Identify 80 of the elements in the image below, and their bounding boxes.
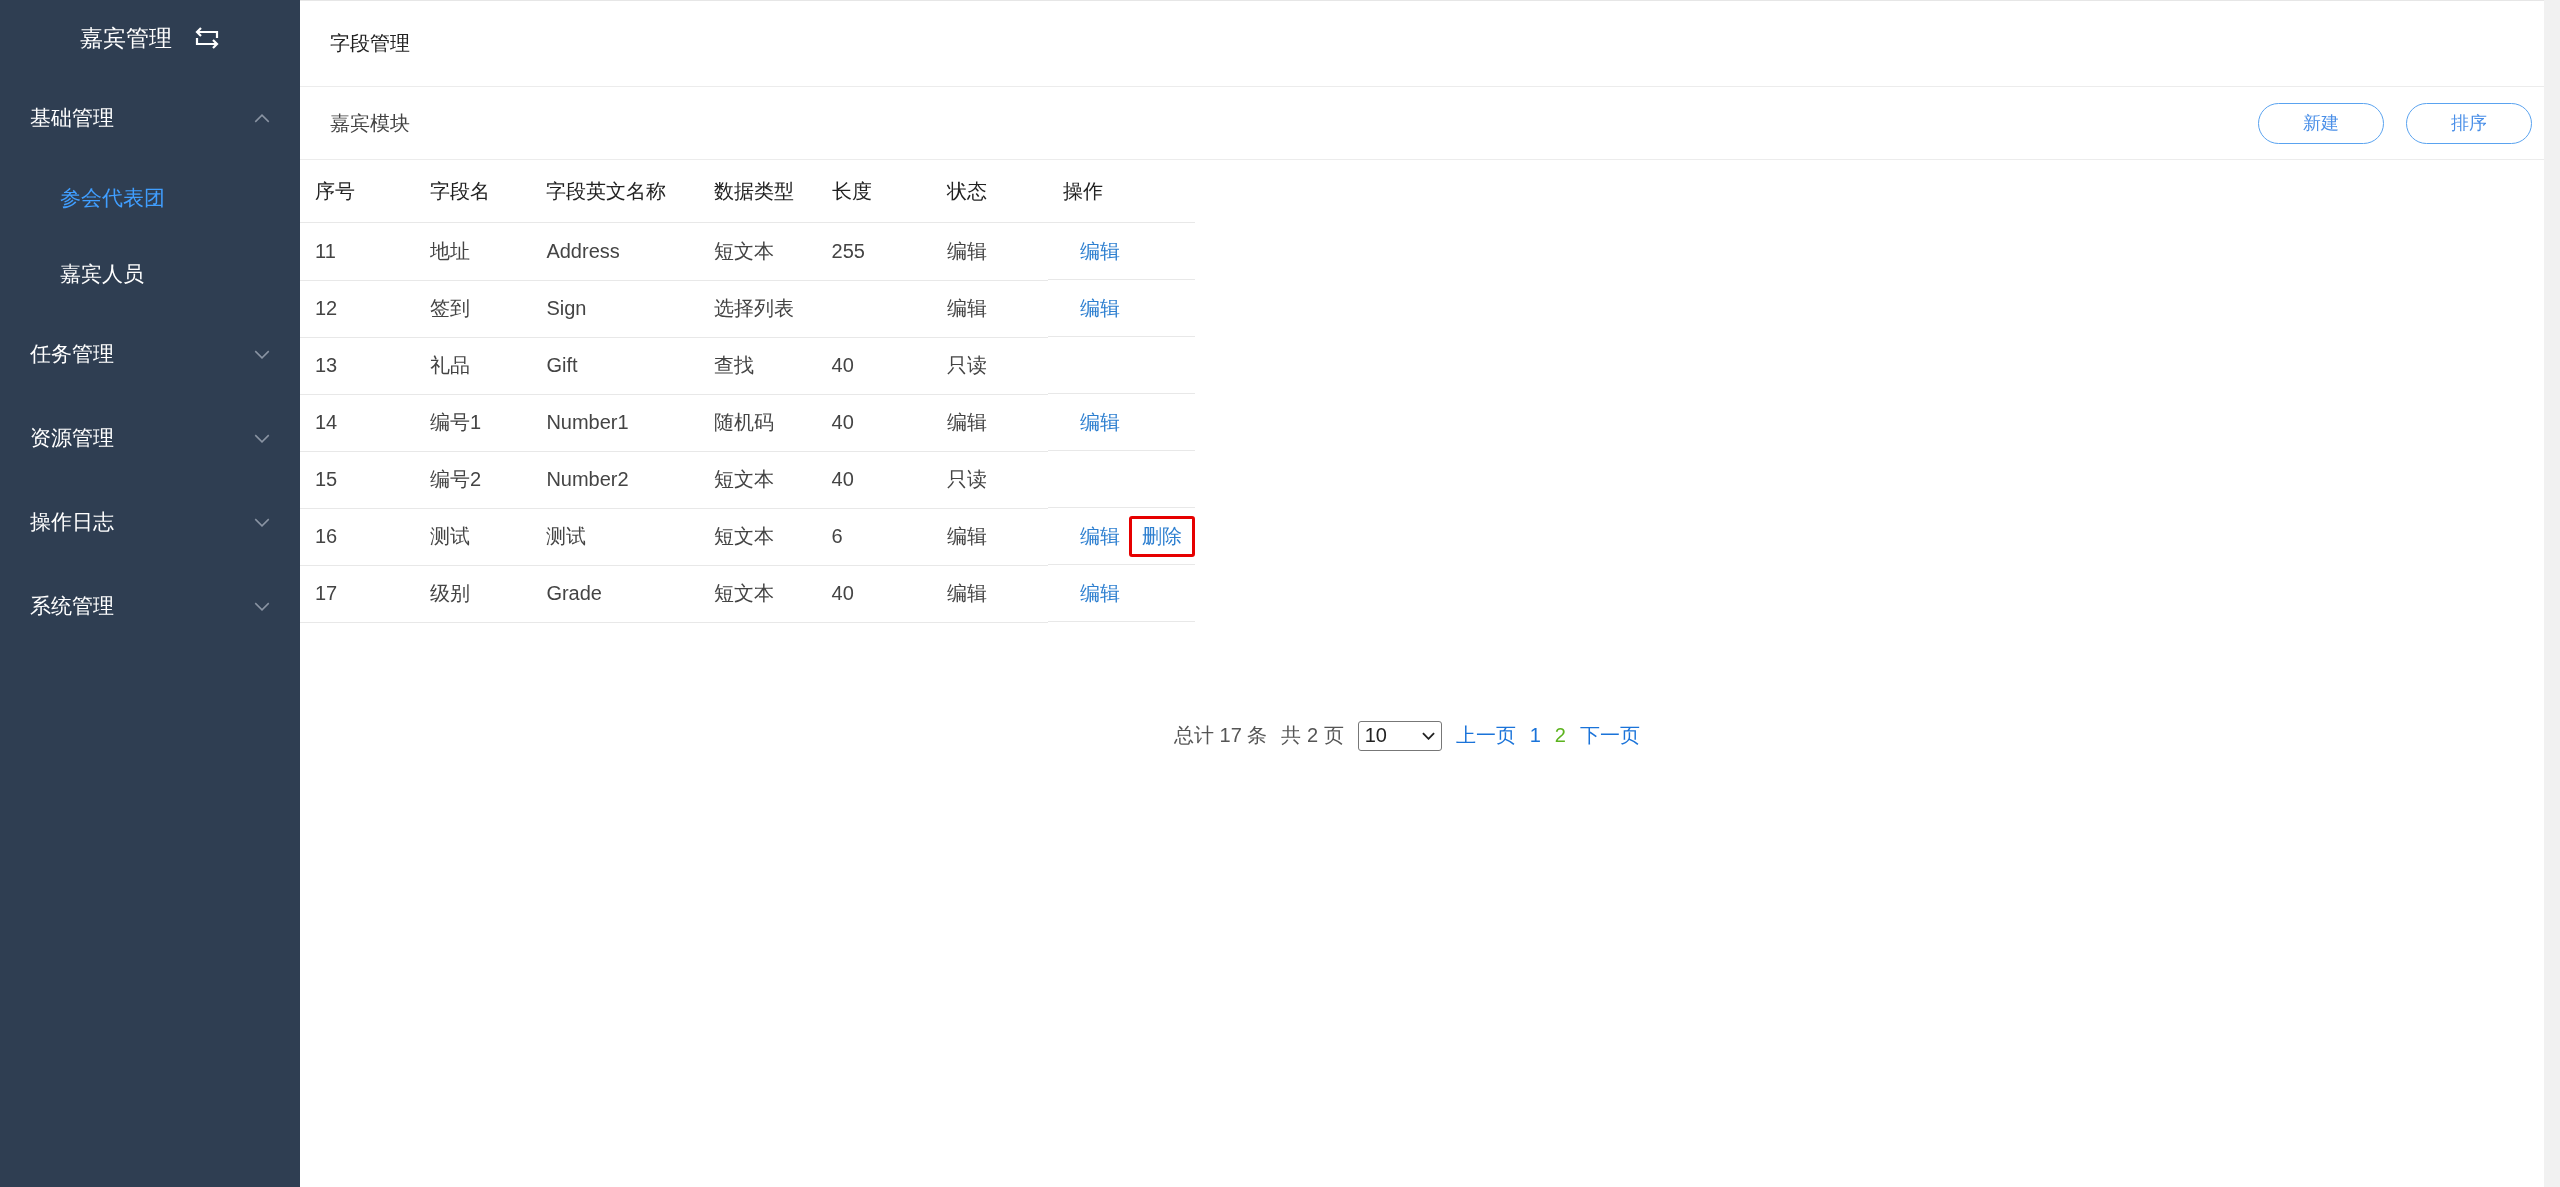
menu-group[interactable]: 系统管理 bbox=[0, 564, 300, 648]
table-cell: 40 bbox=[831, 411, 854, 433]
menu-item[interactable]: 嘉宾人员 bbox=[0, 236, 144, 312]
table-cell: 15 bbox=[315, 468, 338, 490]
action-button[interactable]: 新建 bbox=[2258, 102, 2384, 144]
table-cell: 选择列表 bbox=[713, 297, 794, 319]
table-cell: 14 bbox=[315, 411, 338, 433]
table-cell: 测试 bbox=[546, 525, 587, 547]
table-cell: Grade bbox=[546, 582, 602, 604]
chevron-down-icon bbox=[254, 433, 270, 443]
table-cell: 测试 bbox=[430, 525, 470, 547]
table-cell: 编辑 bbox=[947, 297, 988, 319]
column-header: 长度 bbox=[816, 160, 933, 223]
table-cell: 编辑 bbox=[947, 239, 988, 262]
table-cell: 地址 bbox=[430, 239, 470, 262]
table-cell: 编号2 bbox=[430, 468, 482, 490]
table-cell: Sign bbox=[546, 297, 587, 319]
action-link[interactable]: 编辑 bbox=[1071, 230, 1129, 272]
chevron-up-icon bbox=[254, 113, 270, 123]
chevron-down-icon bbox=[254, 601, 270, 611]
column-header: 状态 bbox=[932, 160, 1048, 223]
section-title: 嘉宾模块 bbox=[330, 110, 410, 136]
column-header: 字段英文名称 bbox=[531, 160, 699, 223]
table-cell: Number1 bbox=[546, 411, 629, 433]
table-cell: 16 bbox=[315, 525, 338, 547]
table-cell: 查找 bbox=[713, 354, 754, 376]
chevron-down-icon bbox=[254, 517, 270, 527]
menu-group[interactable]: 资源管理 bbox=[0, 396, 300, 480]
table-cell: 6 bbox=[831, 525, 843, 547]
table-cell: 13 bbox=[315, 354, 338, 376]
swap-arrows-icon[interactable] bbox=[194, 27, 220, 49]
table-cell: Number2 bbox=[546, 468, 629, 490]
table-cell: Gift bbox=[546, 354, 578, 376]
table-cell: 编辑 bbox=[947, 582, 988, 604]
table-cell: 随机码 bbox=[713, 411, 774, 433]
menu-item[interactable]: 参会代表团 bbox=[0, 160, 165, 236]
caret-icon bbox=[1421, 731, 1435, 740]
app-title: 嘉宾管理 bbox=[80, 23, 172, 53]
action-link[interactable]: 编辑 bbox=[1071, 572, 1129, 614]
action-link[interactable]: 编辑 bbox=[1071, 401, 1129, 443]
table-cell: 短文本 bbox=[713, 582, 774, 604]
table-cell: 级别 bbox=[430, 582, 470, 604]
column-header: 操作 bbox=[1048, 160, 1195, 223]
table-cell: 12 bbox=[315, 297, 338, 319]
table-cell: 短文本 bbox=[713, 239, 774, 262]
table-cell: 编号1 bbox=[430, 411, 482, 433]
table-cell: 短文本 bbox=[713, 468, 774, 490]
table-cell: 255 bbox=[831, 239, 865, 262]
action-link[interactable]: 编辑 bbox=[1071, 287, 1129, 329]
page-title: 字段管理 bbox=[330, 31, 410, 56]
table-cell: 礼品 bbox=[430, 354, 470, 376]
table-cell: 17 bbox=[315, 582, 338, 604]
total-count: 总计 17 条 bbox=[1174, 723, 1268, 748]
next-page-link[interactable]: 下一页 bbox=[1579, 722, 1640, 749]
page-size-select[interactable]: 10 bbox=[1357, 720, 1442, 751]
chevron-down-icon bbox=[254, 349, 270, 359]
menu-group[interactable]: 任务管理 bbox=[0, 312, 300, 396]
prev-page-link[interactable]: 上一页 bbox=[1455, 722, 1516, 749]
table-cell: 编辑 bbox=[947, 411, 988, 433]
page-link[interactable]: 1 bbox=[1529, 724, 1541, 747]
table-cell: Address bbox=[546, 239, 620, 262]
table-cell: 11 bbox=[315, 239, 336, 262]
menu-group[interactable]: 操作日志 bbox=[0, 480, 300, 564]
table-cell: 签到 bbox=[430, 297, 470, 319]
table-cell: 短文本 bbox=[713, 525, 774, 547]
action-link[interactable]: 编辑 bbox=[1071, 515, 1129, 557]
table-cell: 只读 bbox=[947, 354, 988, 376]
table-cell: 40 bbox=[831, 468, 854, 490]
column-header: 字段名 bbox=[415, 160, 532, 223]
column-header: 序号 bbox=[300, 160, 415, 223]
table-cell: 40 bbox=[831, 354, 854, 376]
action-button[interactable]: 排序 bbox=[2406, 102, 2532, 144]
page-count: 共 2 页 bbox=[1281, 723, 1344, 748]
table-cell: 编辑 bbox=[947, 525, 988, 547]
action-link[interactable]: 删除 bbox=[1129, 515, 1195, 557]
page-link[interactable]: 2 bbox=[1554, 724, 1566, 747]
table-cell: 40 bbox=[831, 582, 854, 604]
column-header: 数据类型 bbox=[698, 160, 817, 223]
table-cell: 只读 bbox=[947, 468, 988, 490]
menu-group[interactable]: 基础管理 bbox=[0, 76, 300, 160]
